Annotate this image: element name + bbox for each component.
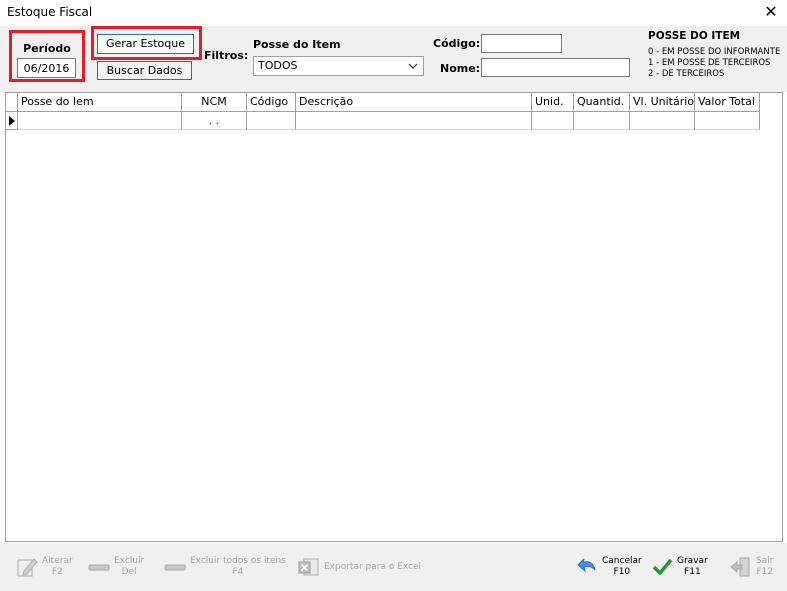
exit-door-icon bbox=[730, 557, 750, 577]
excluir-shortcut: Del bbox=[121, 567, 137, 577]
row-arrow-icon bbox=[9, 116, 15, 126]
minus-all-icon bbox=[164, 564, 186, 571]
column-header-descricao[interactable]: Descrição bbox=[296, 93, 532, 112]
filter-panel: Período Gerar Estoque Buscar Dados Filtr… bbox=[0, 26, 787, 92]
gravar-shortcut: F11 bbox=[684, 567, 701, 577]
periodo-highlight-box: Período bbox=[9, 30, 85, 82]
periodo-input[interactable] bbox=[17, 58, 76, 78]
alterar-button[interactable]: Alterar F2 bbox=[16, 551, 73, 583]
codigo-label: Código: bbox=[433, 37, 481, 50]
pencil-icon bbox=[17, 558, 38, 577]
alterar-label: Alterar bbox=[42, 556, 73, 566]
gerar-highlight-box: Gerar Estoque bbox=[91, 26, 202, 60]
cell-valor-total[interactable] bbox=[695, 112, 760, 130]
posse-item-label: Posse do Item bbox=[253, 38, 341, 51]
excel-icon bbox=[298, 558, 319, 576]
legend-line: 0 - EM POSSE DO INFORMANTE bbox=[648, 47, 781, 57]
sair-shortcut: F12 bbox=[756, 567, 774, 577]
exportar-label: Exportar para o Excel bbox=[324, 561, 422, 572]
excluir-todos-shortcut: F4 bbox=[232, 567, 244, 577]
stock-grid[interactable]: Posse do Iem NCM Código Descrição Unid. … bbox=[5, 92, 783, 542]
sair-button[interactable]: Sair F12 bbox=[730, 551, 773, 583]
bottom-toolbar: Alterar F2 Excluir Del Excluir todos os it… bbox=[0, 543, 787, 591]
table-row[interactable]: . . bbox=[6, 112, 760, 130]
checkmark-icon bbox=[652, 558, 673, 575]
legend-title: POSSE DO ITEM bbox=[648, 30, 741, 42]
column-header-valor-total[interactable]: Valor Total bbox=[695, 93, 760, 112]
legend-line: 2 - DE TERCEIROS bbox=[648, 69, 725, 79]
cell-ncm[interactable]: . . bbox=[182, 112, 247, 130]
cancelar-button[interactable]: Cancelar F10 bbox=[576, 551, 642, 583]
cancelar-shortcut: F10 bbox=[613, 567, 631, 577]
posse-legend: POSSE DO ITEM 0 - EM POSSE DO INFORMANTE… bbox=[648, 30, 784, 80]
column-header-unid[interactable]: Unid. bbox=[532, 93, 574, 112]
posse-item-selected: TODOS bbox=[258, 59, 298, 72]
undo-icon bbox=[577, 558, 596, 573]
cell-unid[interactable] bbox=[532, 112, 574, 130]
row-indicator-header bbox=[6, 93, 18, 112]
exportar-excel-button[interactable]: Exportar para o Excel bbox=[298, 551, 421, 583]
cell-descricao[interactable] bbox=[296, 112, 532, 130]
cell-posse[interactable] bbox=[18, 112, 182, 130]
title-bar: Estoque Fiscal ✕ bbox=[0, 0, 787, 26]
gravar-label: Gravar bbox=[677, 556, 708, 566]
buscar-dados-button[interactable]: Buscar Dados bbox=[97, 61, 192, 80]
close-icon[interactable]: ✕ bbox=[763, 3, 779, 21]
excluir-todos-button[interactable]: Excluir todos os itens F4 bbox=[164, 551, 286, 583]
legend-line: 1 - EM POSSE DE TERCEIROS bbox=[648, 58, 771, 68]
column-header-quantid[interactable]: Quantid. bbox=[574, 93, 630, 112]
cell-quantid[interactable] bbox=[574, 112, 630, 130]
sair-label: Sair bbox=[756, 556, 774, 566]
nome-input[interactable] bbox=[481, 58, 630, 77]
excluir-label: Excluir bbox=[114, 556, 145, 566]
column-header-posse[interactable]: Posse do Iem bbox=[18, 93, 182, 112]
codigo-input[interactable] bbox=[481, 34, 562, 53]
cancelar-label: Cancelar bbox=[602, 556, 642, 566]
posse-item-select[interactable]: TODOS bbox=[253, 56, 424, 76]
excluir-button[interactable]: Excluir Del bbox=[88, 551, 144, 583]
alterar-shortcut: F2 bbox=[51, 567, 63, 577]
excluir-todos-label: Excluir todos os itens bbox=[190, 556, 286, 566]
nome-label: Nome: bbox=[440, 62, 481, 75]
grid-header: Posse do Iem NCM Código Descrição Unid. … bbox=[6, 93, 760, 112]
minus-icon bbox=[88, 564, 110, 571]
column-header-codigo[interactable]: Código bbox=[247, 93, 296, 112]
current-row-indicator bbox=[6, 112, 18, 130]
column-header-ncm[interactable]: NCM bbox=[182, 93, 247, 112]
cell-vl-unitario[interactable] bbox=[630, 112, 695, 130]
filtros-label: Filtros: bbox=[204, 49, 249, 62]
periodo-label: Período bbox=[23, 42, 71, 55]
gravar-button[interactable]: Gravar F11 bbox=[651, 551, 708, 583]
gerar-estoque-button[interactable]: Gerar Estoque bbox=[97, 34, 194, 54]
cell-codigo[interactable] bbox=[247, 112, 296, 130]
chevron-down-icon bbox=[408, 63, 418, 69]
column-header-vl-unitario[interactable]: Vl. Unitário bbox=[630, 93, 695, 112]
window-title: Estoque Fiscal bbox=[7, 5, 93, 19]
